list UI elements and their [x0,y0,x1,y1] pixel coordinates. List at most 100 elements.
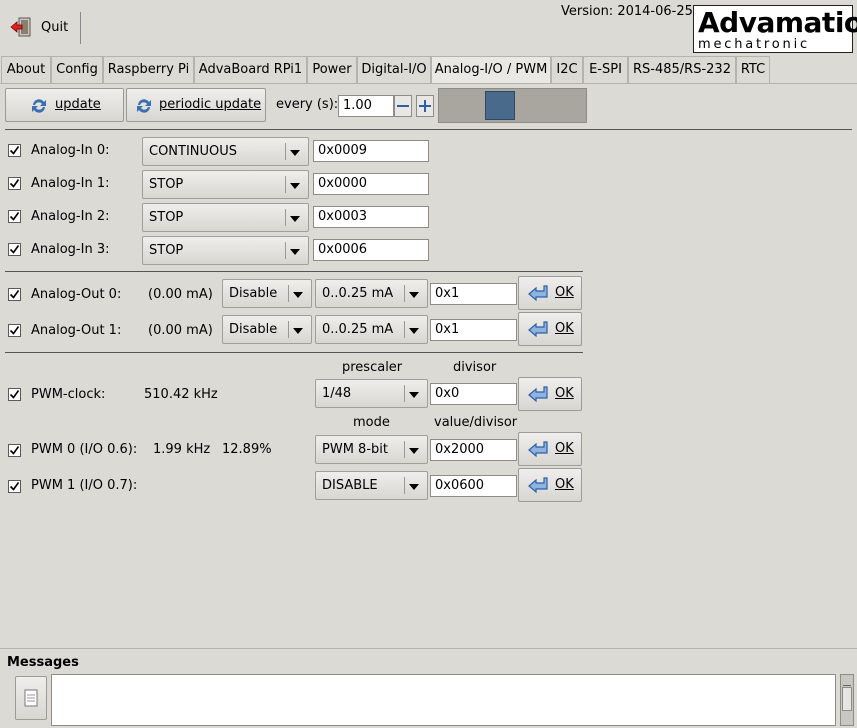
tab-rtc[interactable]: RTC [736,56,770,83]
tab-raspberry-pi[interactable]: Raspberry Pi [103,56,194,83]
analog-out-1-checkbox[interactable] [8,324,21,337]
quit-icon [10,17,32,41]
quit-label: Quit [41,20,69,35]
minus-icon [397,105,409,107]
tab-rs485-rs232[interactable]: RS-485/RS-232 [628,56,736,83]
decrement-button[interactable] [394,95,412,117]
messages-divider [0,648,857,649]
pwm-0-mode-select[interactable]: PWM 8-bit [315,435,428,464]
analog-in-1-value: 0x0000 [313,173,429,195]
analog-in-1-checkbox[interactable] [8,177,21,190]
advamation-logo: Advamation mechatronic [693,5,857,53]
analog-out-0-enable-select[interactable]: Disable [222,279,312,308]
check-icon [9,179,20,188]
chevron-down-icon [409,392,419,398]
analog-in-0-mode-select[interactable]: CONTINUOUS [142,137,309,166]
increment-button[interactable] [416,95,434,117]
pwm-1-mode-select[interactable]: DISABLE [315,471,428,500]
analog-out-0-current: (0.00 mA) [148,287,213,302]
update-button[interactable]: update [5,88,124,122]
pwm-1-checkbox[interactable] [8,480,21,493]
pwm-0-label: PWM 0 (I/O 0.6): [31,442,138,457]
mode-header: mode [353,415,390,430]
prescaler-select[interactable]: 1/48 [315,379,428,408]
divisor-input[interactable]: 0x0 [430,383,517,405]
chevron-down-icon [290,183,300,189]
tab-digital-io[interactable]: Digital-I/O [357,56,431,83]
messages-title: Messages [7,655,79,670]
pwm-0-value-input[interactable]: 0x2000 [430,439,517,461]
periodic-update-button[interactable]: periodic update [126,88,266,122]
tab-about[interactable]: About [1,56,51,83]
analog-out-0-ok-button[interactable]: OK [518,276,582,310]
chevron-down-icon [290,150,300,156]
separator-analog-in [5,271,583,272]
pwm-1-label: PWM 1 (I/O 0.7): [31,478,138,493]
scroll-up-arrow-icon[interactable] [843,677,851,686]
analog-out-1-range-select-value: 0..0.25 mA [322,322,394,337]
pwm-0-checkbox[interactable] [8,444,21,457]
apply-arrow-icon [527,385,549,407]
check-icon [9,326,20,335]
tab-i2c[interactable]: I2C [551,56,583,83]
analog-out-1-range-select[interactable]: 0..0.25 mA [315,315,428,344]
combo-separator [288,321,289,338]
clear-messages-button[interactable] [15,676,47,720]
apply-arrow-icon [527,320,549,342]
chevron-down-icon [409,484,419,490]
analog-in-0-value: 0x0009 [313,140,429,162]
analog-out-0-checkbox[interactable] [8,288,21,301]
analog-out-0-range-select[interactable]: 0..0.25 mA [315,279,428,308]
analog-in-1-mode-select[interactable]: STOP [142,170,309,199]
pwm-clock-ok-button[interactable]: OK [518,377,582,411]
messages-textarea[interactable] [51,674,836,726]
version-label: Version: 2014-06-25 [561,4,693,19]
ok-label: OK [555,477,574,492]
messages-scrollbar[interactable] [840,674,854,726]
analog-in-2-label: Analog-In 2: [31,209,110,224]
analog-in-2-mode-select[interactable]: STOP [142,203,309,232]
every-seconds-input[interactable]: 1.00 [338,95,394,117]
analog-in-0-checkbox[interactable] [8,144,21,157]
analog-in-3-mode-select[interactable]: STOP [142,236,309,265]
every-label: every (s): [276,97,339,112]
tab-config[interactable]: Config [51,56,103,83]
analog-out-0-range-select-value: 0..0.25 mA [322,286,394,301]
tab-advaboard-rpi1[interactable]: AdvaBoard RPi1 [194,56,307,83]
pwm-0-ok-button[interactable]: OK [518,432,582,466]
ok-label: OK [555,321,574,336]
combo-separator [404,441,405,458]
activity-progress-block [485,91,515,120]
document-icon [24,689,38,707]
combo-separator [285,143,286,160]
analog-out-1-label: Analog-Out 1: [31,323,122,338]
tab-analog-io-pwm[interactable]: Analog-I/O / PWM [431,56,551,83]
analog-out-1-value-input[interactable]: 0x1 [430,319,517,341]
analog-out-1-ok-button[interactable]: OK [518,312,582,346]
chevron-down-icon [293,328,303,334]
pwm-1-mode-select-value: DISABLE [322,478,378,493]
refresh-icon [135,97,153,119]
pwm-clock-checkbox[interactable] [8,388,21,401]
pwm-1-value-input[interactable]: 0x0600 [430,475,517,497]
analog-in-3-checkbox[interactable] [8,243,21,256]
combo-separator [404,385,405,402]
prescaler-header: prescaler [342,360,403,375]
analog-out-0-value-input[interactable]: 0x1 [430,283,517,305]
analog-in-0-label: Analog-In 0: [31,143,110,158]
analog-out-1-enable-select[interactable]: Disable [222,315,312,344]
activity-progress-bar [438,88,587,123]
analog-in-2-checkbox[interactable] [8,210,21,223]
scrollbar-thumb[interactable] [842,687,852,711]
quit-button[interactable]: Quit [4,6,76,46]
logo-main-text: Advamation [698,6,857,39]
ok-label: OK [555,441,574,456]
ok-label: OK [555,285,574,300]
pwm-1-ok-button[interactable]: OK [518,468,582,502]
pwm-0-mode-select-value: PWM 8-bit [322,442,388,457]
combo-separator [285,242,286,259]
analog-in-3-value: 0x0006 [313,239,429,261]
tab-power[interactable]: Power [307,56,357,83]
analog-out-1-current: (0.00 mA) [148,323,213,338]
tab-e-spi[interactable]: E-SPI [583,56,628,83]
